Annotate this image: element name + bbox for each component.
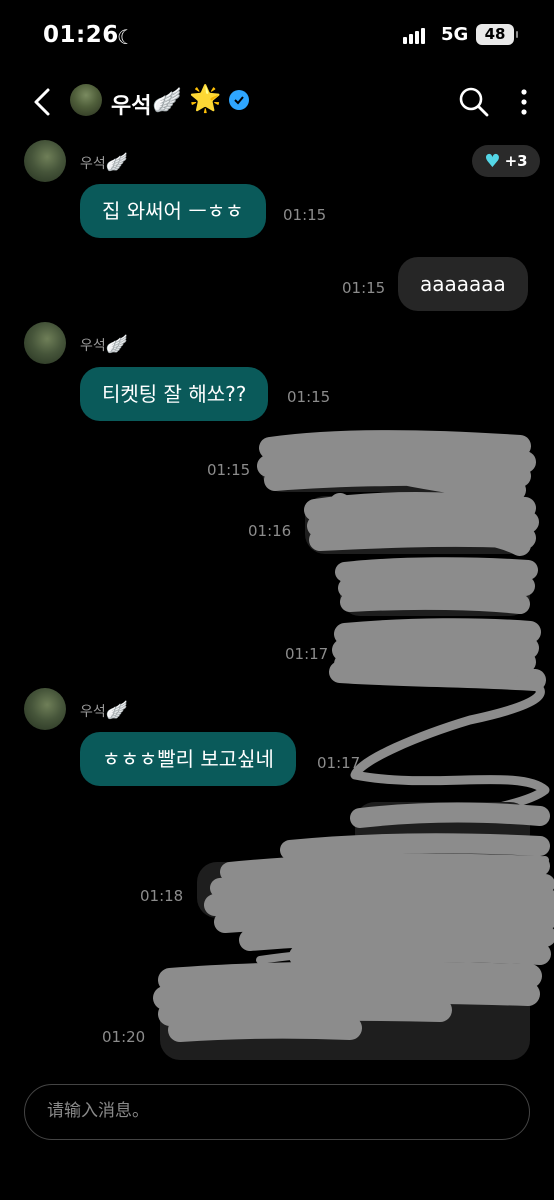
message-input[interactable]: 请输入消息。	[24, 1084, 530, 1140]
redaction-scribble	[153, 802, 554, 1042]
